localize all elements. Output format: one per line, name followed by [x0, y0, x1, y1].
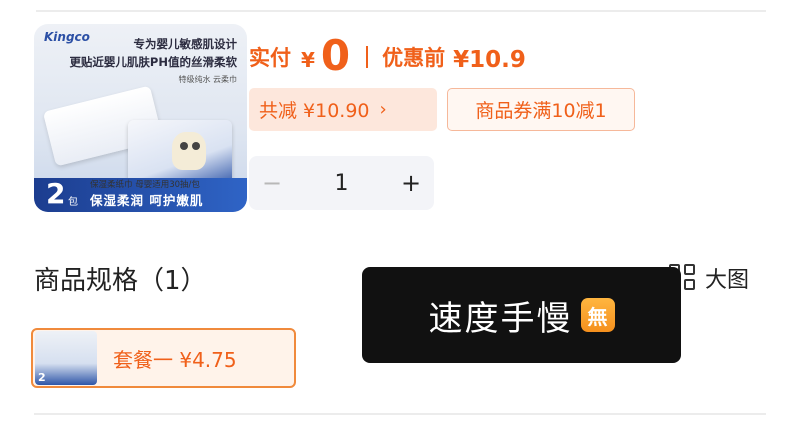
quantity-value[interactable]: 1	[295, 156, 388, 210]
spec-option-label: 套餐一 ¥4.75	[113, 347, 237, 372]
toast-message: 速度手慢 無	[362, 267, 681, 363]
chevron-right-icon: ›	[379, 99, 387, 120]
image-tagline-3: 特级纯水 云柔巾	[178, 75, 237, 84]
brand-logo: Kingco	[44, 30, 90, 44]
toast-text: 速度手慢	[428, 298, 573, 339]
spec-option-1[interactable]: 2 套餐一 ¥4.75	[31, 328, 296, 388]
price-divider	[366, 46, 369, 68]
image-small-note: 保湿柔纸巾 母婴适用30抽/包	[90, 180, 200, 190]
cow-mascot-icon	[172, 132, 206, 170]
top-card-divider	[36, 0, 766, 12]
total-discount-label: 共减 ¥10.90	[259, 100, 370, 122]
original-price-label: 优惠前	[382, 46, 446, 70]
total-discount-button[interactable]: 共减 ¥10.90 ›	[249, 88, 437, 131]
big-image-label: 大图	[705, 268, 750, 293]
spec-section-title: 商品规格（1）	[34, 266, 207, 296]
increase-button[interactable]: +	[388, 156, 434, 210]
pack-count: 2	[46, 177, 66, 210]
image-tagline-2: 更贴近婴儿肌肤PH值的丝滑柔软	[69, 55, 237, 69]
coupon-tag[interactable]: 商品券满10减1	[447, 88, 635, 131]
quantity-stepper: − 1 +	[249, 156, 434, 210]
thumb-pack-count: 2	[38, 371, 46, 384]
big-image-toggle[interactable]: 大图	[669, 262, 749, 294]
decrease-button[interactable]: −	[249, 156, 295, 210]
no-emoji-icon: 無	[580, 298, 615, 332]
currency-symbol: ¥	[301, 48, 315, 72]
spec-option-thumbnail: 2	[35, 331, 97, 385]
bottom-divider	[34, 413, 766, 426]
image-slogan: 保湿柔润 呵护嫩肌	[90, 193, 204, 208]
coupon-label: 商品券满10减1	[475, 100, 607, 122]
product-image[interactable]: Kingco 专为婴儿敏感肌设计 更贴近婴儿肌肤PH值的丝滑柔软 特级纯水 云柔…	[34, 24, 247, 212]
price-row: 实付 ¥ 0 优惠前 ¥10.9	[249, 26, 526, 78]
actual-price-value: 0	[320, 31, 351, 80]
actual-price-label: 实付	[249, 46, 291, 70]
image-tagline-1: 专为婴儿敏感肌设计	[133, 37, 238, 51]
pack-unit: 包	[68, 197, 78, 208]
original-price-value: ¥10.9	[453, 47, 526, 73]
